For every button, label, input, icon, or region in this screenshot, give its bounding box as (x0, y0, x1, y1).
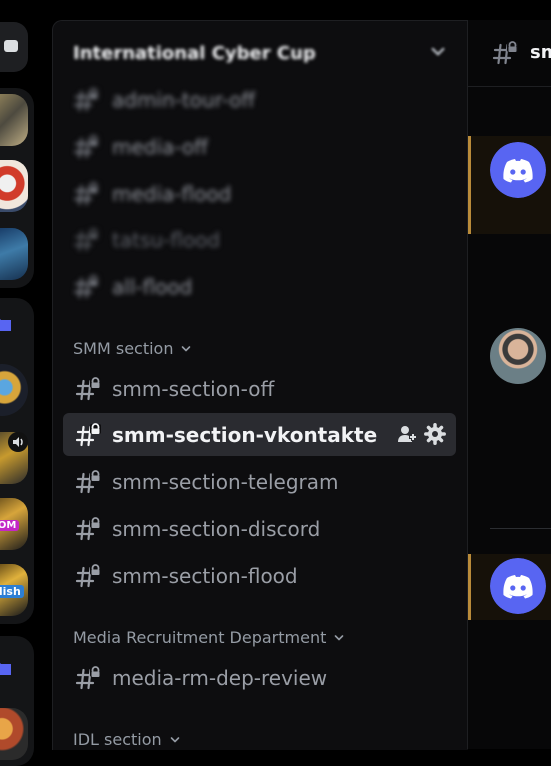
discord-avatar-icon[interactable] (490, 558, 546, 614)
channel-item-smm-section-discord[interactable]: smm-section-discord (63, 507, 456, 550)
category-label: Media Recruitment Department (73, 628, 327, 647)
discord-avatar-icon[interactable] (490, 142, 546, 198)
hash-lock-icon (73, 134, 99, 160)
guild-icon-1[interactable] (0, 94, 28, 146)
channel-item-smm-section-telegram[interactable]: smm-section-telegram (63, 460, 456, 503)
channel-sidebar: International Cyber Cup admin-tour-off m… (52, 20, 468, 750)
channel-label: media-flood (112, 182, 232, 206)
chevron-down-icon (333, 632, 345, 644)
speaker-icon (8, 432, 28, 452)
category-label: SMM section (73, 339, 174, 358)
chat-header: sm (468, 20, 551, 87)
chat-channel-title: sm (530, 42, 551, 63)
guild-icon-4[interactable] (0, 364, 28, 416)
channel-label: media-rm-dep-review (112, 665, 328, 690)
hash-lock-icon (75, 563, 101, 589)
channel-label: admin-tour-off (112, 88, 256, 112)
hash-lock-icon (75, 422, 101, 448)
server-folder-2[interactable]: TOM glish (0, 298, 34, 624)
hash-lock-icon (75, 469, 101, 495)
chat-area: sm (467, 20, 551, 749)
hash-lock-icon (73, 274, 99, 300)
category-media-recruitment-department[interactable]: Media Recruitment Department (73, 628, 345, 647)
channel-item-smm-section-flood[interactable]: smm-section-flood (63, 554, 456, 597)
channel-label: smm-section-discord (112, 516, 321, 541)
guild-icon-2[interactable] (0, 160, 28, 212)
channel-item-smm-section-vkontakte[interactable]: smm-section-vkontakte (63, 413, 456, 456)
guild-icon-3[interactable] (0, 228, 28, 280)
channel-label: smm-section-telegram (112, 469, 339, 494)
channel-label: smm-section-off (112, 376, 275, 401)
discord-home-icon (4, 40, 18, 52)
server-header[interactable]: International Cyber Cup (53, 21, 468, 87)
channel-item-blurred[interactable]: admin-tour-off (73, 82, 255, 118)
channel-item-blurred[interactable]: media-flood (73, 176, 231, 212)
chevron-down-icon (169, 734, 181, 746)
category-smm-section[interactable]: SMM section (73, 339, 192, 358)
hash-lock-icon (75, 516, 101, 542)
channel-label: smm-section-vkontakte (112, 422, 378, 447)
hash-lock-icon (73, 87, 99, 113)
hash-lock-icon (75, 665, 101, 691)
hash-lock-icon (492, 40, 518, 66)
hash-lock-icon (73, 181, 99, 207)
channel-item-blurred[interactable]: all-flood (73, 269, 192, 305)
guild-badge-english: glish (0, 585, 24, 598)
guild-rail: TOM glish (0, 0, 40, 766)
channel-label: smm-section-flood (112, 563, 298, 588)
hash-lock-icon (73, 227, 99, 253)
channel-item-smm-section-off[interactable]: smm-section-off (63, 367, 456, 410)
guild-icon-home[interactable] (0, 22, 28, 72)
channel-label: media-off (112, 135, 208, 159)
gear-icon[interactable] (424, 423, 446, 445)
server-folder-1[interactable] (0, 88, 34, 288)
channel-item-blurred[interactable]: media-off (73, 129, 208, 165)
server-name: International Cyber Cup (73, 43, 316, 64)
server-folder-3[interactable] (0, 636, 34, 766)
guild-badge-custom: TOM (0, 520, 20, 531)
category-label: IDL section (73, 730, 162, 749)
message-divider (490, 528, 551, 529)
channel-item-media-rm-dep-review[interactable]: media-rm-dep-review (63, 656, 456, 699)
user-avatar[interactable] (490, 328, 546, 384)
channel-label: tatsu-flood (112, 228, 221, 252)
hash-lock-icon (75, 376, 101, 402)
guild-icon-8[interactable] (0, 708, 28, 760)
channel-label: all-flood (112, 275, 193, 299)
chevron-down-icon (180, 343, 192, 355)
channel-item-blurred[interactable]: tatsu-flood (73, 222, 220, 258)
folder-icon (0, 319, 11, 331)
category-idl-section[interactable]: IDL section (73, 730, 181, 749)
create-invite-icon[interactable] (396, 423, 418, 445)
chevron-down-icon (429, 43, 447, 61)
folder-icon (0, 663, 11, 675)
